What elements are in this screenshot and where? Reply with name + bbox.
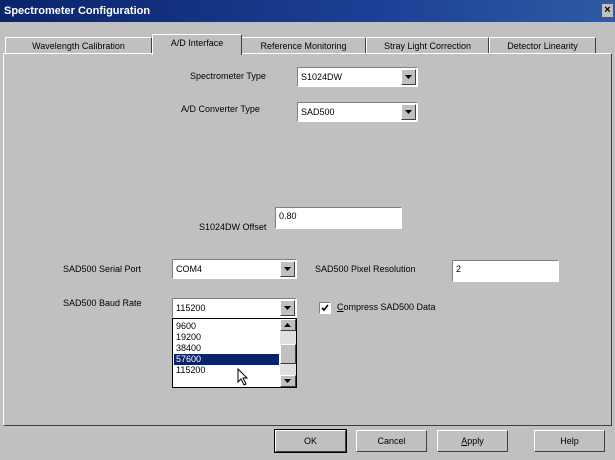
baud-rate-label: SAD500 Baud Rate — [63, 298, 142, 308]
list-item[interactable]: 38400 — [174, 343, 279, 354]
offset-value: 0.80 — [279, 211, 297, 221]
dropdown-button[interactable] — [280, 300, 295, 316]
tab-label: Reference Monitoring — [260, 41, 347, 51]
tab-reference-monitoring[interactable]: Reference Monitoring — [241, 37, 366, 54]
scrollbar[interactable] — [280, 319, 296, 387]
baud-rate-select[interactable]: 115200 — [172, 298, 297, 318]
window-title: Spectrometer Configuration — [4, 5, 151, 17]
ok-button[interactable]: OK — [274, 429, 347, 453]
tab-wavelength-calibration[interactable]: Wavelength Calibration — [5, 37, 152, 54]
scroll-up-button[interactable] — [280, 319, 296, 331]
chevron-down-icon — [284, 306, 291, 310]
tab-label: Wavelength Calibration — [32, 41, 125, 51]
serial-port-select[interactable]: COM4 — [172, 259, 297, 279]
chevron-up-icon — [284, 323, 291, 327]
offset-label: S1024DW Offset — [199, 222, 267, 232]
chevron-down-icon — [284, 379, 291, 383]
help-button[interactable]: Help — [534, 430, 605, 452]
tab-label: Stray Light Correction — [383, 41, 472, 51]
spectrometer-type-label: Spectrometer Type — [190, 71, 266, 81]
pixel-resolution-label: SAD500 Pixel Resolution — [315, 264, 416, 274]
baud-rate-dropdown-list[interactable]: 9600 19200 38400 57600 115200 — [172, 318, 297, 388]
compress-label[interactable]: Compress SAD500 Data — [337, 302, 436, 312]
spectrometer-type-select[interactable]: S1024DW — [297, 67, 418, 87]
ad-converter-type-value: SAD500 — [301, 107, 335, 117]
serial-port-label: SAD500 Serial Port — [63, 264, 142, 274]
chevron-down-icon — [405, 110, 412, 114]
tab-label: Detector Linearity — [507, 41, 578, 51]
list-item[interactable]: 9600 — [174, 321, 279, 332]
serial-port-value: COM4 — [176, 264, 203, 274]
title-bar: Spectrometer Configuration × — [0, 0, 615, 22]
list-item[interactable]: 115200 — [174, 365, 279, 376]
dropdown-button[interactable] — [280, 261, 295, 277]
spectrometer-type-value: S1024DW — [301, 72, 343, 82]
dropdown-button[interactable] — [401, 104, 416, 120]
tab-stray-light-correction[interactable]: Stray Light Correction — [366, 37, 489, 54]
checkmark-icon — [321, 304, 329, 312]
dropdown-button[interactable] — [401, 69, 416, 85]
mouse-pointer-icon — [237, 368, 249, 386]
close-button[interactable]: × — [602, 4, 613, 17]
compress-checkbox[interactable] — [319, 302, 331, 314]
apply-button[interactable]: Apply — [437, 430, 508, 452]
chevron-down-icon — [284, 267, 291, 271]
scroll-down-button[interactable] — [280, 375, 296, 387]
apply-label-rest: pply — [467, 436, 484, 446]
tab-ad-interface[interactable]: A/D Interface — [152, 34, 242, 55]
compress-label-rest: ompress SAD500 Data — [343, 302, 436, 312]
pixel-resolution-input[interactable]: 2 — [452, 260, 559, 282]
baud-rate-value: 115200 — [176, 303, 206, 313]
ad-converter-type-select[interactable]: SAD500 — [297, 102, 418, 122]
close-icon: × — [604, 4, 611, 16]
list-item-highlighted[interactable]: 57600 — [174, 354, 279, 365]
chevron-down-icon — [405, 75, 412, 79]
cancel-button[interactable]: Cancel — [356, 430, 427, 452]
scroll-thumb[interactable] — [280, 344, 296, 364]
ad-converter-type-label: A/D Converter Type — [181, 104, 260, 114]
list-item[interactable]: 19200 — [174, 332, 279, 343]
pixel-resolution-value: 2 — [456, 264, 462, 274]
tab-label: A/D Interface — [170, 38, 224, 48]
offset-input[interactable]: 0.80 — [275, 207, 402, 229]
tab-detector-linearity[interactable]: Detector Linearity — [489, 37, 596, 54]
